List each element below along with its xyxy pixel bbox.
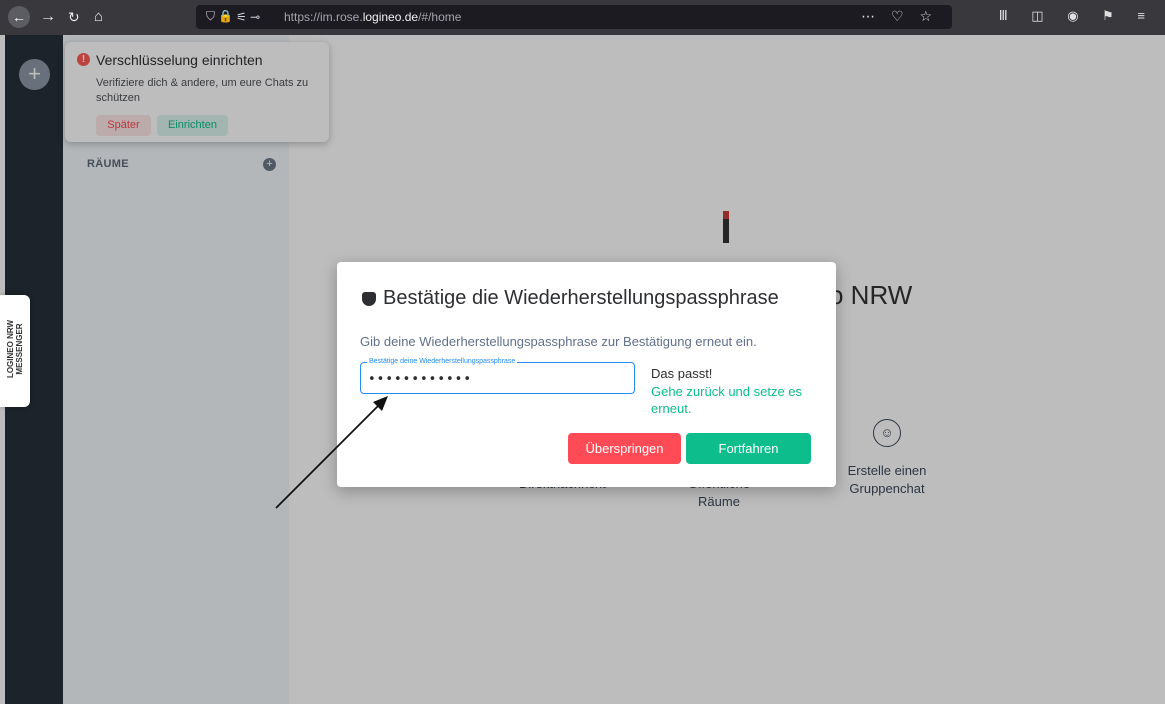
browser-toolbar: ← → ↻ ⌂ ⛉ 🔒 ⚟ ⊸ https://im.rose.logineo.…: [0, 0, 1165, 35]
reload-icon[interactable]: ↻: [68, 6, 80, 28]
shield-lock-icon[interactable]: ⛉ 🔒: [206, 9, 233, 24]
continue-button[interactable]: Fortfahren: [686, 433, 811, 464]
permissions-icon[interactable]: ⚟ ⊸: [236, 10, 260, 24]
passphrase-field-label: Bestätige deine Wiederherstellungspassph…: [367, 358, 518, 365]
match-status: Das passt!: [651, 366, 713, 381]
reset-passphrase-link[interactable]: Gehe zurück und setze es erneut.: [651, 383, 811, 417]
forward-arrow-icon[interactable]: →: [40, 6, 56, 28]
logineo-side-tab[interactable]: LOGINEO NRW MESSENGER: [0, 295, 30, 407]
dialog-title: Bestätige die Wiederherstellungspassphra…: [383, 287, 779, 309]
skip-button[interactable]: Überspringen: [568, 433, 681, 464]
confirm-passphrase-dialog: Bestätige die Wiederherstellungspassphra…: [337, 262, 836, 487]
url-text: https://im.rose.logineo.de/#/home: [284, 10, 462, 24]
toolbar-icons[interactable]: Ⅲ ◫ ◉ ⚑ ≡: [999, 8, 1155, 24]
annotation-arrow-icon: [275, 396, 388, 509]
address-bar[interactable]: ⛉ 🔒 ⚟ ⊸ https://im.rose.logineo.de/#/hom…: [196, 5, 952, 29]
home-icon[interactable]: ⌂: [94, 6, 103, 28]
passphrase-field[interactable]: Bestätige deine Wiederherstellungspassph…: [360, 358, 635, 394]
back-arrow-icon[interactable]: ←: [8, 6, 30, 28]
shield-icon: [362, 292, 376, 306]
dialog-description: Gib deine Wiederherstellungspassphrase z…: [360, 334, 757, 349]
side-tab-label: LOGINEO NRW MESSENGER: [6, 319, 24, 379]
page-actions-icon[interactable]: ⋯ ♡ ☆: [861, 8, 938, 25]
passphrase-input[interactable]: [368, 372, 623, 387]
